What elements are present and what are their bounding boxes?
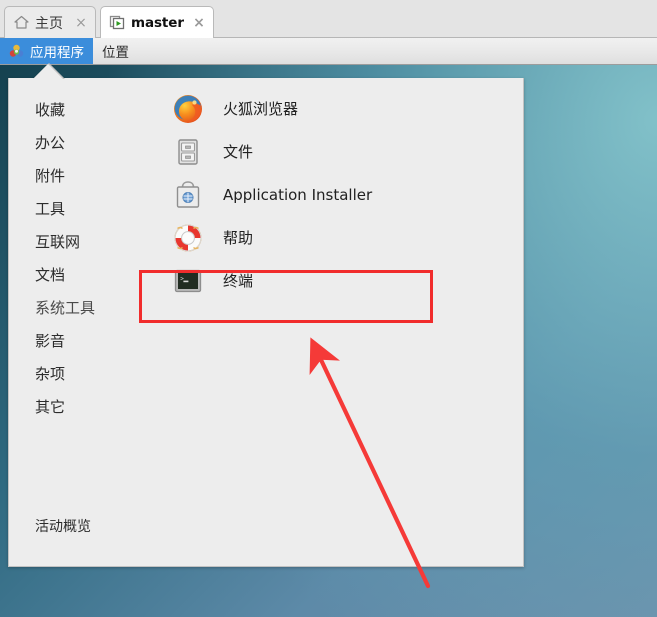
activities-overview-link[interactable]: 活动概览 (35, 516, 91, 536)
terminal-icon: > (172, 265, 204, 297)
applications-menu-icon (9, 44, 24, 59)
app-item-terminal[interactable]: > 终端 (159, 259, 523, 302)
app-label: 文件 (223, 143, 254, 161)
home-icon (13, 14, 30, 31)
shopping-bag-icon (172, 179, 204, 211)
app-label: 帮助 (223, 229, 254, 247)
firefox-icon (172, 93, 204, 125)
category-label: 其它 (35, 398, 66, 416)
app-item-files[interactable]: 文件 (159, 130, 523, 173)
category-label: 系统工具 (35, 299, 96, 317)
tab-home-label: 主页 (35, 15, 63, 32)
application-list: 火狐浏览器 文件 Application Installer 帮助 > 终端 (159, 78, 523, 565)
category-label: 互联网 (35, 233, 81, 251)
category-item-favorites[interactable]: 收藏 (9, 93, 159, 126)
category-item-accessories[interactable]: 附件 (9, 159, 159, 192)
category-label: 影音 (35, 332, 66, 350)
screen: 主页 × master × 应用程序 位置 收藏 办公 附件 工具 互联网 文档… (0, 0, 657, 617)
tab-master-label: master (131, 14, 184, 31)
panel-menu-places-label: 位置 (102, 45, 129, 61)
panel-menu-places[interactable]: 位置 (93, 38, 138, 64)
category-item-system-tools[interactable]: 系统工具 (9, 291, 159, 324)
menu-pointer (33, 64, 63, 79)
file-cabinet-icon (172, 136, 204, 168)
category-item-other[interactable]: 其它 (9, 390, 159, 423)
activities-overview-label: 活动概览 (35, 519, 91, 535)
lifebuoy-icon (172, 222, 204, 254)
category-label: 文档 (35, 266, 66, 284)
category-label: 工具 (35, 200, 66, 218)
tab-home[interactable]: 主页 × (4, 6, 96, 38)
category-label: 办公 (35, 134, 66, 152)
category-label: 附件 (35, 167, 66, 185)
gnome-top-panel: 应用程序 位置 (0, 38, 657, 65)
tab-master[interactable]: master × (100, 6, 214, 38)
category-item-documents[interactable]: 文档 (9, 258, 159, 291)
app-item-help[interactable]: 帮助 (159, 216, 523, 259)
panel-menu-applications[interactable]: 应用程序 (0, 38, 93, 64)
category-item-office[interactable]: 办公 (9, 126, 159, 159)
close-icon[interactable]: × (191, 15, 207, 31)
category-item-miscellaneous[interactable]: 杂项 (9, 357, 159, 390)
category-item-tools[interactable]: 工具 (9, 192, 159, 225)
app-item-application-installer[interactable]: Application Installer (159, 173, 523, 216)
app-label: 终端 (223, 272, 254, 290)
panel-menu-applications-label: 应用程序 (30, 45, 84, 61)
category-label: 杂项 (35, 365, 66, 383)
vm-window-play-icon (109, 14, 126, 31)
category-list: 收藏 办公 附件 工具 互联网 文档 系统工具 影音 杂项 其它 (9, 78, 159, 565)
close-icon[interactable]: × (73, 15, 89, 31)
category-item-multimedia[interactable]: 影音 (9, 324, 159, 357)
app-label: Application Installer (223, 185, 373, 204)
tab-strip: 主页 × master × (0, 0, 657, 38)
app-item-firefox[interactable]: 火狐浏览器 (159, 87, 523, 130)
category-label: 收藏 (35, 101, 66, 119)
category-item-internet[interactable]: 互联网 (9, 225, 159, 258)
applications-menu-popup: 收藏 办公 附件 工具 互联网 文档 系统工具 影音 杂项 其它 火狐浏览器 文… (8, 78, 524, 567)
app-label: 火狐浏览器 (223, 100, 299, 118)
